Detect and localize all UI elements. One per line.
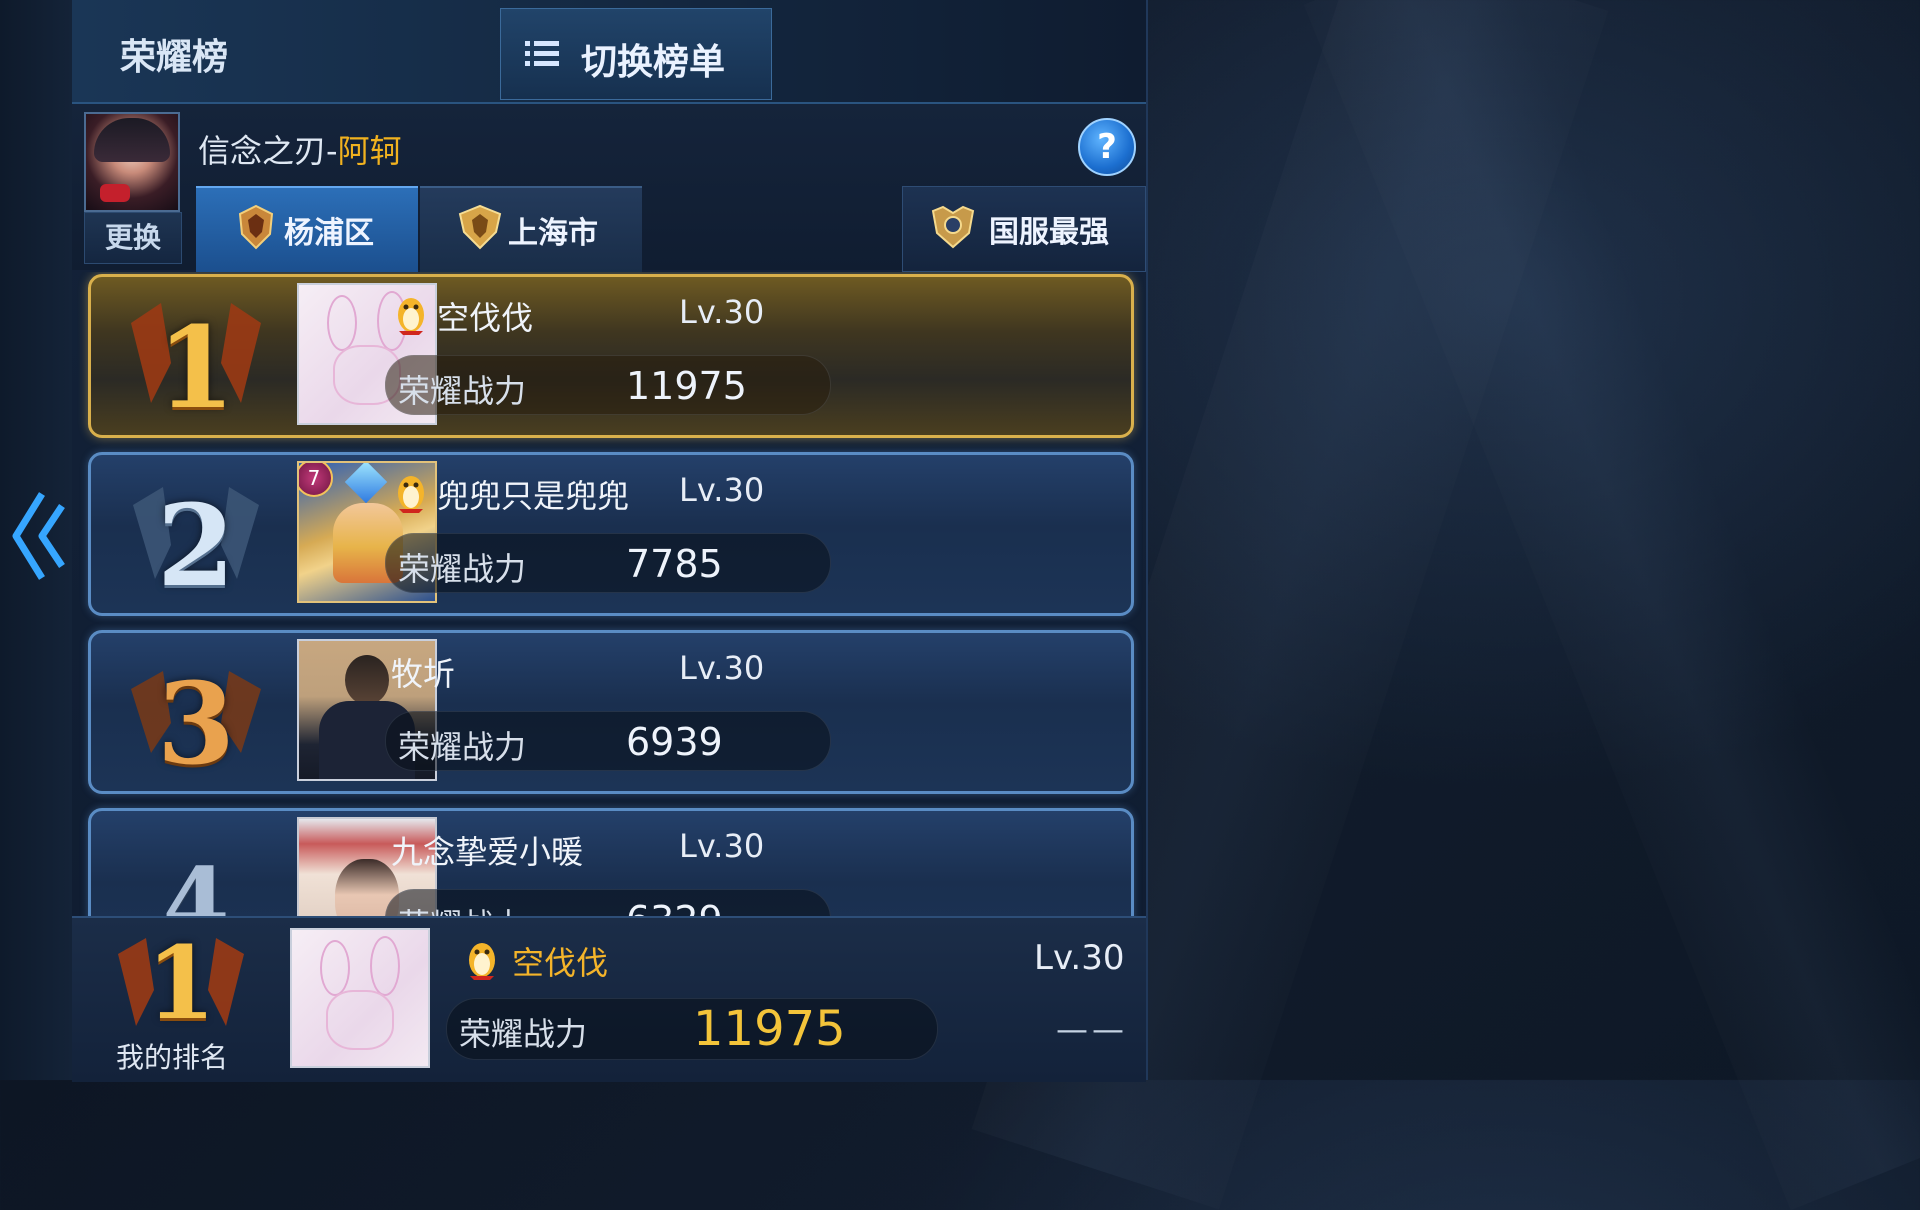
rank-number: 1	[157, 303, 235, 434]
hero-avatar[interactable]	[84, 112, 180, 212]
power-value: 7785	[626, 542, 723, 586]
my-power-label: 荣耀战力	[459, 1015, 588, 1053]
power-bar: 荣耀战力 6939	[385, 711, 831, 771]
leaderboard-row[interactable]: 2 7 兜兜只是兜兜 Lv.30 荣耀战力 7785	[88, 452, 1134, 616]
power-bar: 荣耀战力 7785	[385, 533, 831, 593]
qq-penguin-icon	[398, 476, 424, 513]
rank-number: 4	[162, 847, 230, 916]
my-player-level: Lv.30	[1034, 938, 1125, 978]
player-name: 牧圻	[391, 655, 456, 693]
double-chevron-left-icon[interactable]	[8, 486, 68, 586]
qq-penguin-icon	[398, 298, 424, 335]
my-power-bar: 荣耀战力 11975	[446, 998, 938, 1060]
tab-city[interactable]: 上海市	[420, 186, 642, 272]
page-title: 荣耀榜	[120, 37, 229, 78]
rank-1-badge: 1	[121, 283, 271, 434]
power-value: 6939	[626, 720, 723, 764]
power-label: 荣耀战力	[398, 372, 527, 410]
rank-3-badge: 3	[121, 639, 271, 790]
my-rank-label: 我的排名	[116, 1041, 229, 1074]
my-avatar[interactable]	[290, 928, 430, 1068]
change-hero-button[interactable]: 更换	[84, 212, 182, 264]
hero-name-highlight: 阿轲	[337, 132, 402, 170]
my-power-value: 11975	[693, 1001, 846, 1057]
player-level: Lv.30	[679, 471, 765, 509]
panel-header: 荣耀榜 切换榜单	[72, 0, 1146, 104]
switch-leaderboard-button[interactable]: 切换榜单	[500, 8, 772, 100]
hero-title: 信念之刃-	[198, 132, 338, 170]
power-label: 荣耀战力	[398, 550, 527, 588]
hero-name: 信念之刃-阿轲	[198, 126, 402, 172]
power-label: 荣耀战力	[398, 728, 527, 766]
power-value: 6329	[626, 898, 723, 916]
player-level: Lv.30	[679, 827, 765, 865]
power-value: 11975	[626, 364, 747, 408]
rank-change-indicator: ——	[1056, 1010, 1128, 1048]
shield-icon	[458, 204, 502, 250]
player-name: 兜兜只是兜兜	[437, 477, 630, 515]
qq-penguin-icon	[469, 943, 495, 980]
my-rank-bar: 1 我的排名 空伐伐 Lv.30 荣耀战力 11975 ——	[72, 916, 1146, 1082]
player-level: Lv.30	[679, 649, 765, 687]
rank-number: 2	[157, 481, 235, 612]
hero-profile: 更换 信念之刃-阿轲 ? 杨浦区 上海市 国服最强	[72, 104, 1146, 272]
my-rank-badge: 1	[106, 924, 256, 1044]
my-player-name: 空伐伐	[512, 944, 609, 982]
player-level: Lv.30	[679, 293, 765, 331]
leaderboard-row[interactable]: 1 空伐伐 Lv.30 荣耀战力 11975	[88, 274, 1134, 438]
leaderboard-panel: 荣耀榜 切换榜单 更换 信念之刃-阿轲 ? 杨浦区 上海市 国服最强 1 空伐伐…	[72, 0, 1148, 1082]
tab-nation[interactable]: 国服最强	[902, 186, 1146, 272]
help-question-icon[interactable]: ?	[1078, 118, 1136, 176]
leaderboard-row[interactable]: 4 九念挚爱小暖 Lv.30 荣耀战力 6329	[88, 808, 1134, 916]
power-bar: 荣耀战力 11975	[385, 355, 831, 415]
tab-nation-label: 国服最强	[989, 215, 1109, 250]
switch-leaderboard-label: 切换榜单	[581, 42, 726, 83]
power-bar: 荣耀战力 6329	[385, 889, 831, 916]
leaderboard-list[interactable]: 1 空伐伐 Lv.30 荣耀战力 11975 2 7 兜兜只是兜兜 Lv.30 …	[72, 272, 1146, 916]
player-name: 九念挚爱小暖	[391, 833, 584, 871]
power-label: 荣耀战力	[398, 900, 526, 916]
leaderboard-row[interactable]: 3 牧圻 Lv.30 荣耀战力 6939	[88, 630, 1134, 794]
rank-number: 3	[157, 659, 235, 790]
crest-icon	[931, 205, 975, 249]
list-icon	[525, 41, 559, 66]
tab-city-label: 上海市	[508, 216, 598, 251]
rank-2-badge: 2	[121, 461, 271, 612]
avatar-level-badge: 7	[299, 463, 333, 497]
left-nav-strip	[0, 0, 73, 1080]
player-name: 空伐伐	[437, 299, 534, 337]
tab-district-label: 杨浦区	[284, 216, 374, 251]
rank-4-badge: 4	[121, 817, 271, 916]
shield-icon	[238, 204, 274, 250]
my-rank-number: 1	[146, 924, 216, 1042]
tab-district[interactable]: 杨浦区	[196, 186, 418, 272]
